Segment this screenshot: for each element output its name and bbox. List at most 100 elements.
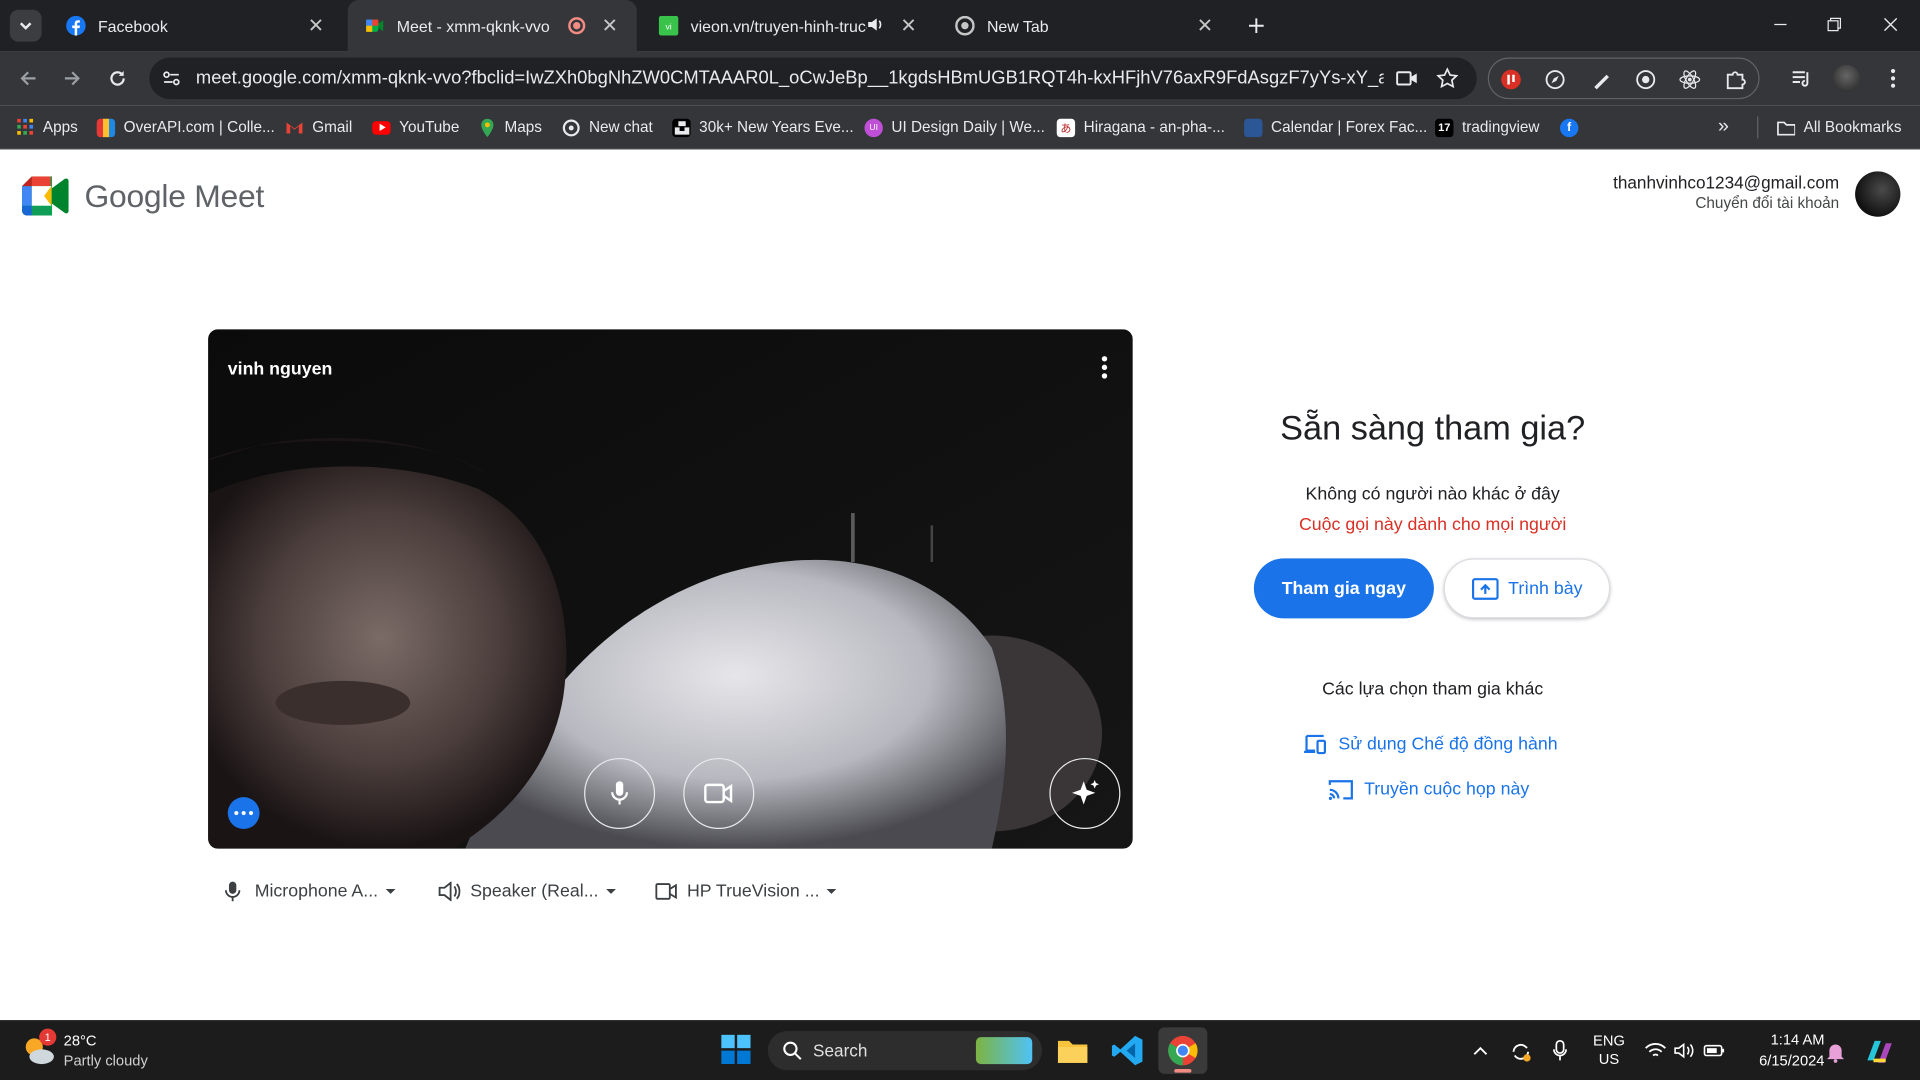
- tab-search-button[interactable]: [9, 9, 42, 42]
- minimize-button[interactable]: [1751, 0, 1810, 49]
- puzzle-icon[interactable]: [1724, 69, 1746, 91]
- more-options-button[interactable]: [227, 797, 260, 829]
- reload-button[interactable]: [102, 62, 134, 94]
- camera-toggle-button[interactable]: [683, 757, 755, 829]
- compass-icon[interactable]: [1544, 69, 1566, 91]
- bookmark-maps[interactable]: Maps: [478, 116, 542, 138]
- companion-devices-icon: [1304, 734, 1327, 755]
- camera-in-use-icon[interactable]: [1396, 69, 1418, 95]
- bookmark-calendar[interactable]: Calendar | Forex Fac...: [1244, 116, 1427, 138]
- bookmark-label: Calendar | Forex Fac...: [1271, 118, 1428, 136]
- no-one-here-text: Không có người nào khác ở đây: [1305, 484, 1560, 505]
- site-info-icon[interactable]: [162, 69, 182, 95]
- google-meet-logo[interactable]: Google Meet: [22, 176, 264, 216]
- bookmark-label: Hiragana - an-pha-...: [1083, 118, 1225, 136]
- bookmark-gmail[interactable]: Gmail: [285, 116, 352, 138]
- forward-button[interactable]: [56, 62, 88, 94]
- clock[interactable]: 1:14 AM 6/15/2024: [1736, 1029, 1824, 1073]
- weather-widget[interactable]: 1 28°C Partly cloudy: [20, 1026, 148, 1075]
- arrow-right-icon: [64, 71, 80, 86]
- microphone-select[interactable]: Microphone A...: [223, 879, 397, 903]
- bookmark-new-chat[interactable]: New chat: [562, 116, 653, 138]
- all-bookmarks-button[interactable]: All Bookmarks: [1777, 116, 1901, 138]
- camera-select[interactable]: HP TrueVision ...: [655, 879, 838, 903]
- new-tab-button[interactable]: [1242, 11, 1271, 40]
- tab-meet[interactable]: Meet - xmm-qknk-vvo ✕: [347, 0, 637, 52]
- chevron-up-icon: [1473, 1046, 1488, 1055]
- react-icon[interactable]: [1679, 69, 1701, 91]
- other-join-options-heading: Các lựa chọn tham gia khác: [1322, 679, 1544, 700]
- more-bookmarks-button[interactable]: »: [1718, 116, 1729, 138]
- microphone-label: Microphone A...: [254, 881, 379, 902]
- address-bar[interactable]: meet.google.com/xmm-qknk-vvo?fbclid=IwZX…: [149, 57, 1477, 100]
- copilot-button[interactable]: [1862, 1035, 1896, 1069]
- bookmark-ui-design[interactable]: UI UI Design Daily | We...: [864, 116, 1045, 138]
- bookmark-overapi[interactable]: OverAPI.com | Colle...: [96, 116, 275, 138]
- speaker-select[interactable]: Speaker (Real...: [438, 879, 617, 903]
- chrome-taskbar-button[interactable]: [1158, 1027, 1208, 1074]
- taskbar-search[interactable]: Search: [767, 1031, 1043, 1071]
- notifications-button[interactable]: [1822, 1038, 1849, 1065]
- arrow-left-icon: [20, 71, 36, 86]
- show-hidden-icons-button[interactable]: [1468, 1038, 1492, 1062]
- overapi-icon: [96, 118, 116, 137]
- tab-facebook[interactable]: Facebook ✕: [49, 0, 343, 51]
- tab-vieon[interactable]: vi vieon.vn/truyen-hinh-truc-t ✕: [642, 0, 936, 51]
- bookmark-star-icon[interactable]: [1436, 67, 1459, 95]
- cast-meeting-link[interactable]: Truyền cuộc họp này: [1328, 779, 1529, 801]
- dropdown-arrow-icon: [826, 888, 837, 894]
- more-bookmarks-label: »: [1717, 116, 1729, 138]
- bookmark-youtube[interactable]: YouTube: [372, 116, 459, 138]
- pen-icon[interactable]: [1591, 69, 1613, 91]
- close-icon: [1884, 17, 1898, 32]
- sync-tray-icon[interactable]: [1507, 1038, 1534, 1065]
- target-icon[interactable]: [1635, 69, 1657, 91]
- chevron-down-icon: [19, 22, 32, 30]
- visual-effects-button[interactable]: [1049, 757, 1121, 829]
- windows-taskbar: 1 28°C Partly cloudy Search ENG US 1:14 …: [0, 1020, 1920, 1080]
- restore-button[interactable]: [1805, 0, 1864, 49]
- bookmark-new-years[interactable]: 30k+ New Years Eve...: [672, 116, 854, 138]
- extension-red-icon[interactable]: [1500, 69, 1522, 91]
- file-explorer-button[interactable]: [1054, 1032, 1091, 1069]
- menu-icon[interactable]: [1882, 67, 1904, 89]
- facebook-icon: [66, 15, 86, 36]
- profile-avatar[interactable]: [1833, 64, 1861, 92]
- bookmark-divider: [1757, 116, 1759, 139]
- call-open-notice: Cuộc gọi này dành cho mọi người: [1298, 515, 1567, 536]
- openai-icon: [562, 118, 580, 136]
- video-options-button[interactable]: [1092, 354, 1116, 381]
- vscode-button[interactable]: [1109, 1032, 1146, 1069]
- media-control-icon[interactable]: [1790, 67, 1812, 89]
- companion-mode-link[interactable]: Sử dụng Chế độ đồng hành: [1303, 733, 1558, 755]
- mic-tray-icon[interactable]: [1548, 1038, 1572, 1062]
- microphone-toggle-button[interactable]: [584, 757, 656, 829]
- close-icon[interactable]: ✕: [1193, 13, 1217, 37]
- wifi-icon: [1645, 1043, 1666, 1057]
- camera-feed-image: [208, 329, 1133, 849]
- active-app-indicator: [1174, 1068, 1192, 1073]
- tradingview-icon: 17: [1435, 118, 1454, 137]
- vieon-icon: vi: [658, 15, 679, 36]
- join-now-button[interactable]: Tham gia ngay: [1253, 558, 1434, 619]
- browser-toolbar: meet.google.com/xmm-qknk-vvo?fbclid=IwZX…: [0, 51, 1920, 106]
- bookmark-hiragana[interactable]: あ Hiragana - an-pha-...: [1056, 116, 1225, 138]
- close-window-button[interactable]: [1861, 0, 1920, 49]
- close-icon[interactable]: ✕: [896, 13, 920, 37]
- account-avatar[interactable]: [1855, 171, 1901, 217]
- bookmark-label: Maps: [504, 118, 542, 136]
- close-icon[interactable]: ✕: [598, 13, 622, 37]
- switch-account-link[interactable]: Chuyển đổi tài khoản: [1613, 195, 1839, 212]
- close-icon[interactable]: ✕: [304, 13, 328, 37]
- bookmark-label: New chat: [588, 118, 653, 136]
- tab-new-tab[interactable]: New Tab ✕: [938, 0, 1232, 51]
- back-button[interactable]: [12, 62, 44, 94]
- quick-settings-button[interactable]: [1641, 1036, 1729, 1065]
- bookmark-tradingview[interactable]: 17 tradingview: [1435, 116, 1539, 138]
- youtube-icon: [372, 120, 391, 135]
- bookmark-facebook[interactable]: f: [1560, 116, 1587, 138]
- start-button[interactable]: [719, 1032, 753, 1066]
- bookmark-apps[interactable]: Apps: [16, 116, 78, 138]
- language-indicator[interactable]: ENG US: [1587, 1031, 1631, 1070]
- present-button[interactable]: Trình bày: [1443, 558, 1611, 619]
